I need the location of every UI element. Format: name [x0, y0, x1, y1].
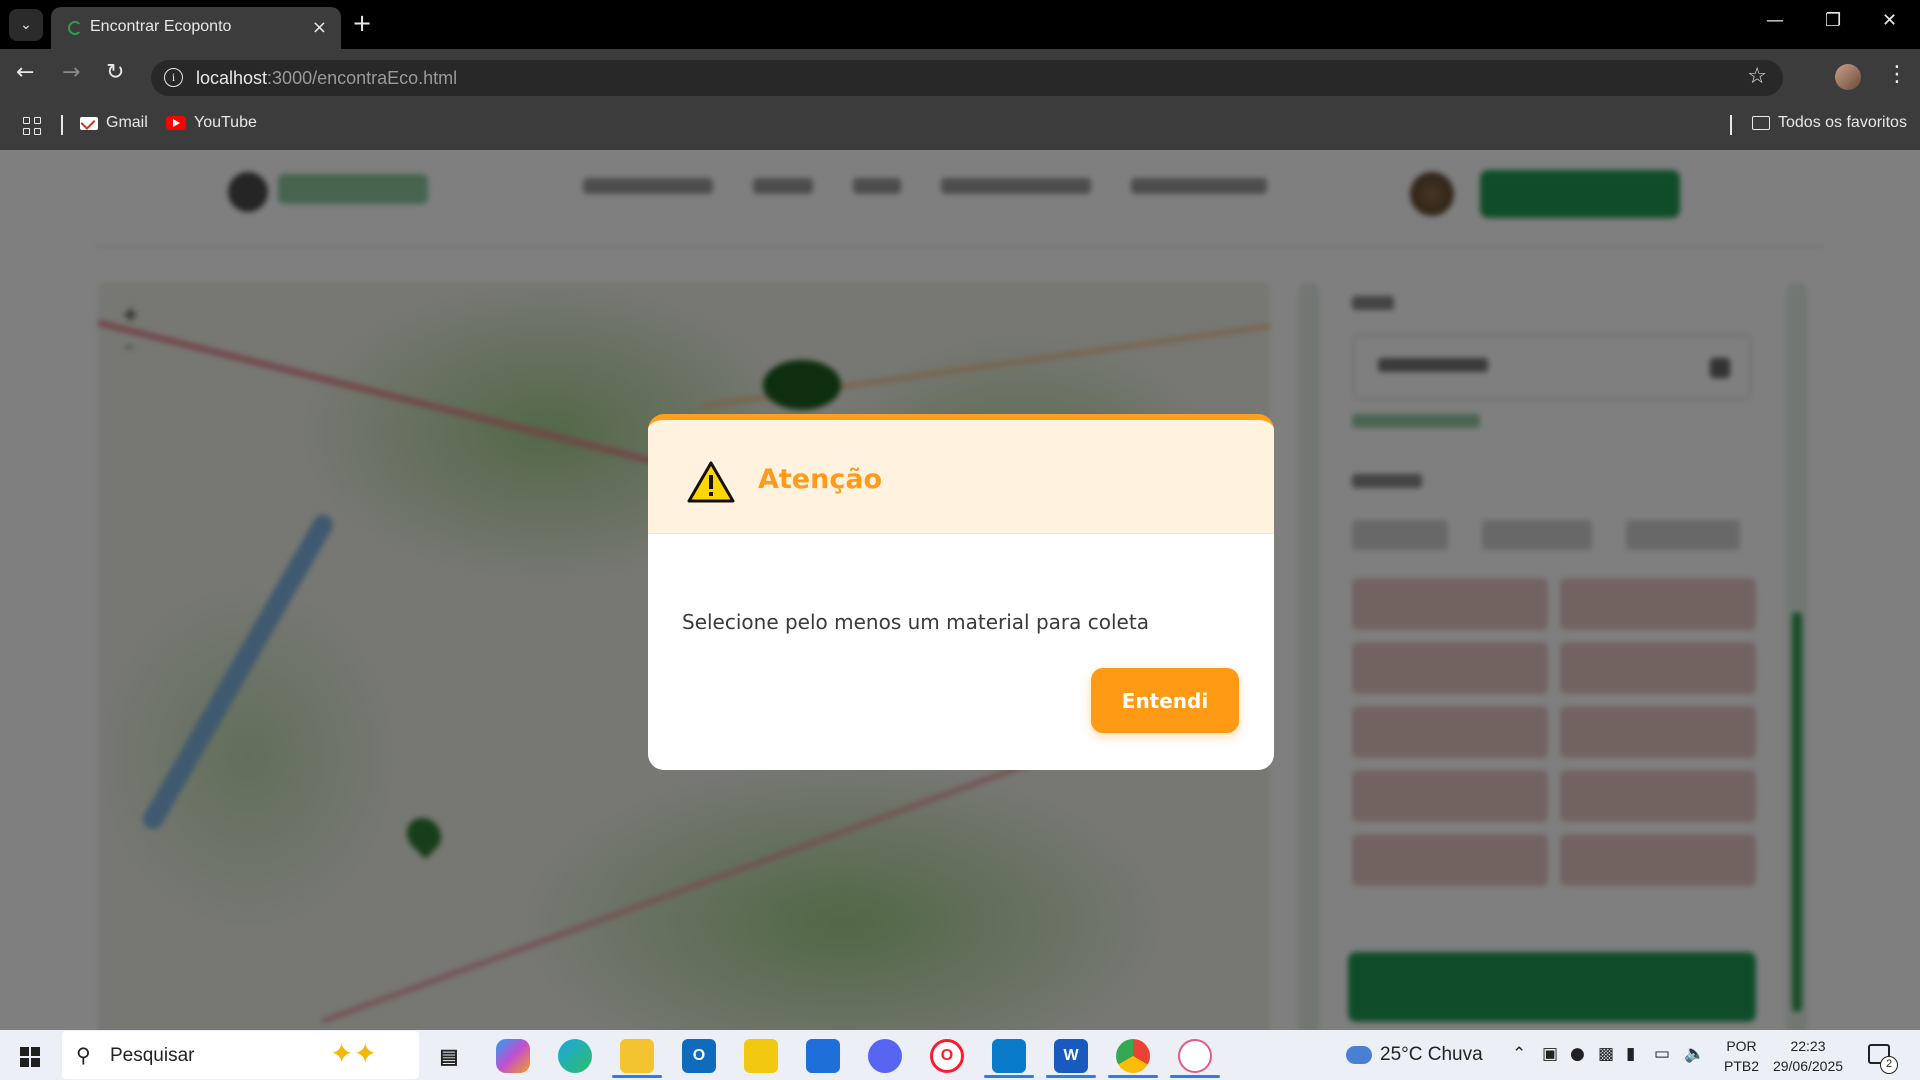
bookmarks-bar: Gmail YouTube Todos os favoritos	[0, 101, 1920, 150]
discord-icon[interactable]	[868, 1039, 902, 1073]
menu-kebab-icon[interactable]: ⋮	[1886, 62, 1908, 87]
folder-icon	[1752, 116, 1770, 130]
input-language[interactable]: POR PTB2	[1724, 1036, 1759, 1076]
modal-header: Atenção	[648, 420, 1274, 534]
loading-favicon-icon	[68, 21, 82, 35]
gmail-icon	[80, 116, 98, 130]
power-bi-icon[interactable]	[744, 1039, 778, 1073]
weather-text: 25°C Chuva	[1380, 1044, 1483, 1065]
restore-icon[interactable]: ❐	[1825, 10, 1841, 31]
bookmark-star-icon[interactable]: ☆	[1747, 64, 1767, 89]
url-text[interactable]: localhost:3000/encontraEco.html	[196, 68, 457, 89]
modal-title: Atenção	[758, 464, 883, 495]
task-view-icon[interactable]: ▤	[432, 1039, 466, 1073]
search-placeholder: Pesquisar	[110, 1045, 195, 1066]
sparkle-icon: ✦✦	[330, 1037, 377, 1070]
bookmark-label: Gmail	[106, 114, 148, 131]
edge-icon[interactable]	[558, 1039, 592, 1073]
understood-button[interactable]: Entendi	[1091, 668, 1239, 733]
snipping-tool-icon[interactable]	[1178, 1039, 1212, 1073]
browser-toolbar: ← → ↻ i localhost:3000/encontraEco.html …	[0, 49, 1920, 101]
bookmark-label: YouTube	[194, 114, 257, 131]
tab-close-icon[interactable]: ×	[312, 17, 327, 38]
clock-time: 22:23	[1790, 1038, 1826, 1054]
microphone-icon[interactable]: ●	[1570, 1044, 1585, 1064]
chrome-icon[interactable]	[1116, 1039, 1150, 1073]
forward-arrow-icon[interactable]: →	[62, 60, 80, 85]
apps-grid-icon[interactable]	[23, 117, 41, 135]
new-tab-button[interactable]: +	[352, 9, 372, 37]
active-indicator	[984, 1075, 1034, 1078]
file-explorer-icon[interactable]	[620, 1039, 654, 1073]
minimize-icon[interactable]: —	[1766, 10, 1784, 31]
show-hidden-icons-chevron-icon[interactable]: ⌃	[1512, 1044, 1526, 1064]
browser-tab-bar: ⌄ Encontrar Ecoponto × + — ❐ ✕	[0, 0, 1920, 49]
tab-search-button[interactable]: ⌄	[9, 9, 43, 41]
warning-icon	[687, 461, 735, 503]
rain-cloud-icon	[1346, 1046, 1372, 1064]
chevron-down-icon: ⌄	[20, 17, 32, 33]
microsoft-store-icon[interactable]	[806, 1039, 840, 1073]
windows-start-icon[interactable]	[20, 1047, 40, 1067]
vscode-icon[interactable]	[992, 1039, 1026, 1073]
opera-icon[interactable]: O	[930, 1039, 964, 1073]
youtube-icon	[166, 116, 186, 130]
alert-modal: Atenção Selecione pelo menos um material…	[648, 414, 1274, 770]
browser-tab[interactable]: Encontrar Ecoponto ×	[51, 7, 341, 49]
taskbar-search[interactable]: ⚲ Pesquisar ✦✦	[62, 1031, 419, 1079]
system-clock[interactable]: 22:23 29/06/2025	[1768, 1036, 1848, 1076]
tab-title: Encontrar Ecoponto	[90, 18, 232, 35]
outlook-icon[interactable]: O	[682, 1039, 716, 1073]
weather-widget[interactable]: 25°C Chuva	[1346, 1044, 1483, 1066]
active-indicator	[1108, 1075, 1158, 1078]
search-icon: ⚲	[76, 1043, 91, 1067]
network-icon[interactable]: ▭	[1654, 1044, 1670, 1064]
bookmark-youtube[interactable]: YouTube	[166, 114, 257, 132]
back-arrow-icon[interactable]: ←	[16, 60, 34, 85]
reload-icon[interactable]: ↻	[106, 60, 124, 85]
clock-date: 29/06/2025	[1772, 1058, 1844, 1074]
camera-icon[interactable]: ▣	[1542, 1044, 1558, 1064]
notification-badge: 2	[1880, 1056, 1898, 1074]
window-close-icon[interactable]: ✕	[1882, 10, 1897, 31]
active-indicator	[612, 1075, 662, 1078]
bookmarks-divider	[61, 115, 63, 135]
active-indicator	[1170, 1075, 1220, 1078]
battery-icon[interactable]: ▮	[1626, 1044, 1635, 1064]
site-info-icon[interactable]: i	[164, 68, 183, 87]
copilot-icon[interactable]	[496, 1039, 530, 1073]
volume-icon[interactable]: 🔈	[1684, 1044, 1705, 1064]
modal-message: Selecione pelo menos um material para co…	[682, 610, 1149, 634]
windows-taskbar: ⚲ Pesquisar ✦✦ ▤ O O W 25°C Chuva ⌃ ▣ ● …	[0, 1030, 1920, 1080]
bookmark-gmail[interactable]: Gmail	[80, 114, 148, 132]
all-bookmarks-button[interactable]: Todos os favoritos	[1752, 114, 1907, 132]
all-bookmarks-label: Todos os favoritos	[1778, 114, 1907, 131]
address-bar[interactable]: i localhost:3000/encontraEco.html ☆	[151, 60, 1783, 96]
word-icon[interactable]: W	[1054, 1039, 1088, 1073]
active-indicator	[1046, 1075, 1096, 1078]
bookmarks-divider	[1730, 115, 1732, 135]
screen-share-icon[interactable]: ▩	[1598, 1044, 1614, 1064]
profile-avatar[interactable]	[1835, 64, 1861, 90]
